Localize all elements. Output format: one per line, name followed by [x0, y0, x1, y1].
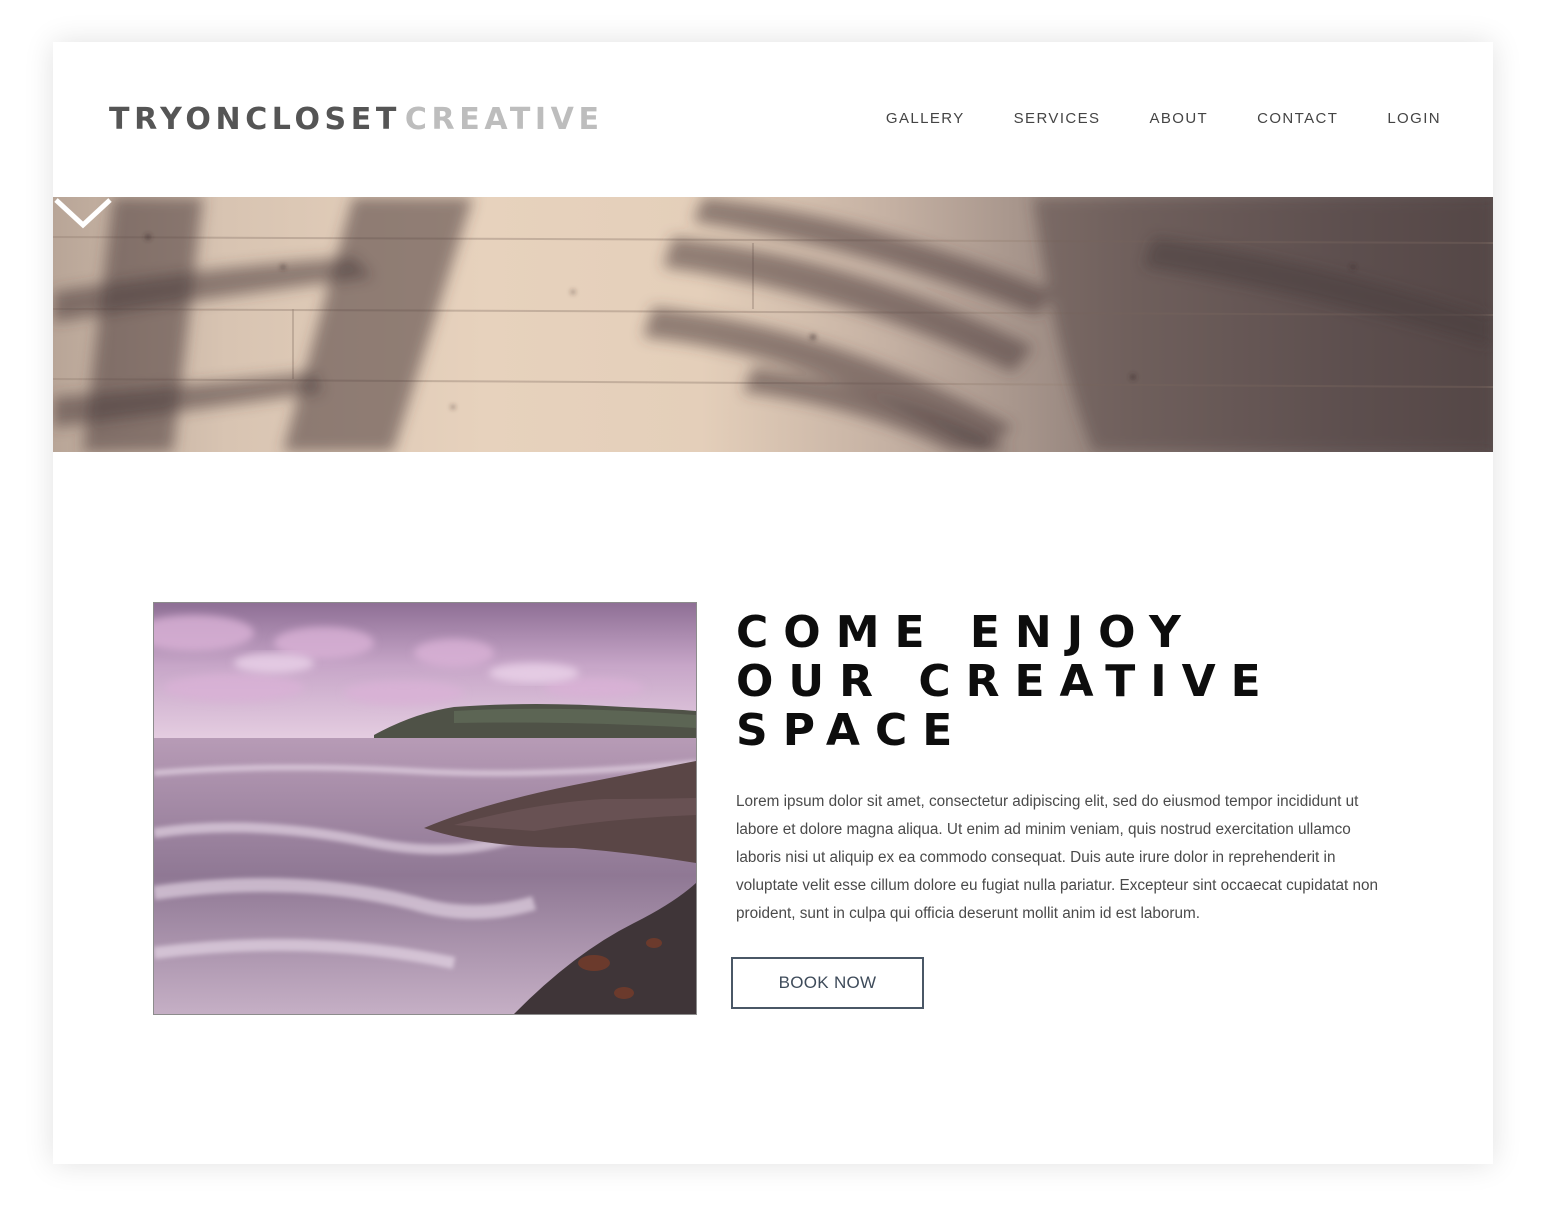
main-nav: GALLERY SERVICES ABOUT CONTACT LOGIN [837, 108, 1441, 130]
logo-secondary-text: CREATIVE [404, 102, 604, 137]
nav-item-contact[interactable]: CONTACT [1257, 108, 1338, 130]
site-logo[interactable]: TRYONCLOSET CREATIVE [109, 100, 604, 140]
nav-item-gallery[interactable]: GALLERY [886, 108, 965, 130]
nav-item-login[interactable]: LOGIN [1387, 108, 1441, 130]
logo-primary-text: TRYONCLOSET [109, 102, 401, 137]
chevron-down-icon[interactable] [53, 197, 113, 229]
nav-item-services[interactable]: SERVICES [1014, 108, 1101, 130]
site-header: TRYONCLOSET CREATIVE GALLERY SERVICES ABO… [53, 42, 1493, 197]
book-now-button[interactable]: BOOK NOW [731, 957, 924, 1009]
seascape-photo [153, 602, 697, 1015]
section-headline: COME ENJOY OUR CREATIVE SPACE [736, 607, 1276, 756]
nav-item-about[interactable]: ABOUT [1149, 108, 1208, 130]
hero-background-image [53, 197, 1493, 452]
page-container: TRYONCLOSET CREATIVE GALLERY SERVICES ABO… [53, 42, 1493, 1164]
section-body-text: Lorem ipsum dolor sit amet, consectetur … [736, 793, 1378, 922]
hero-banner [53, 197, 1493, 452]
